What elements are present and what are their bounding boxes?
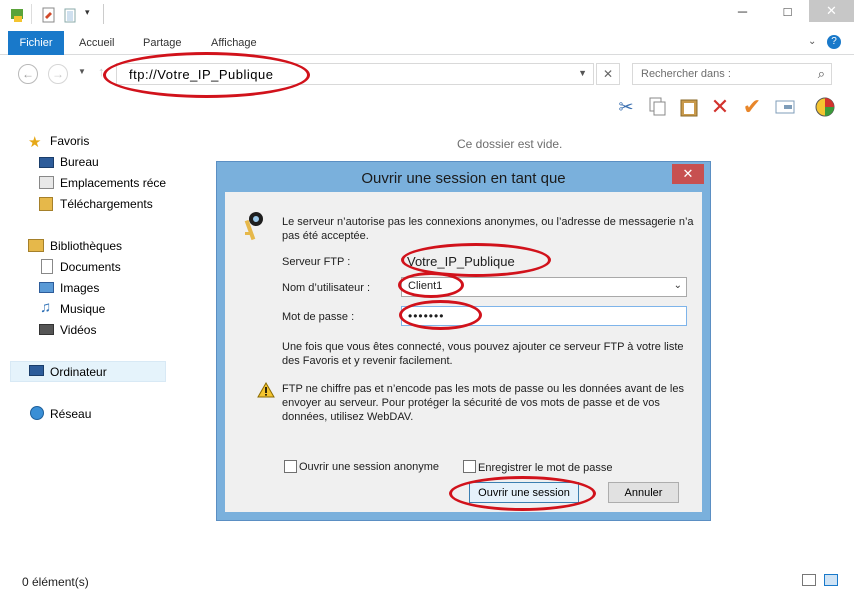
password-field[interactable]: •••••••: [401, 306, 687, 326]
libraries-icon: [28, 239, 44, 252]
address-dropdown-icon[interactable]: ▼: [578, 68, 587, 78]
key-icon: [239, 210, 265, 247]
close-button[interactable]: ✕: [809, 0, 854, 22]
help-icon[interactable]: ?: [827, 35, 841, 49]
nav-emplacements[interactable]: Emplacements réce: [60, 173, 168, 193]
login-button[interactable]: Ouvrir une session: [469, 482, 579, 503]
nav-documents[interactable]: Documents: [60, 257, 121, 277]
forward-arrow-icon: →: [52, 67, 64, 81]
cancel-button[interactable]: Annuler: [608, 482, 679, 503]
desktop-icon: [39, 157, 54, 168]
server-label: Serveur FTP :: [282, 256, 351, 268]
nav-images[interactable]: Images: [60, 278, 99, 298]
cut-icon[interactable]: ✂: [615, 96, 637, 118]
warning-line-1: FTP ne chiffre pas et n’encode pas les m…: [282, 383, 684, 395]
warning-line-3: données, utilisez WebDAV.: [282, 411, 414, 423]
navigation-pane: ★ Favoris Bureau Emplacements réce Téléc…: [0, 122, 168, 570]
separator: [31, 4, 32, 24]
delete-icon[interactable]: ✕: [709, 94, 731, 119]
recent-locations-icon[interactable]: ▼: [78, 67, 86, 76]
tab-affichage[interactable]: Affichage: [211, 31, 257, 55]
dialog-close-button[interactable]: ✕: [672, 164, 704, 184]
search-icon: ⌕: [817, 66, 825, 81]
nav-ordinateur-selected[interactable]: Ordinateur: [10, 361, 166, 382]
collapse-ribbon-icon[interactable]: ⌄: [808, 36, 816, 47]
save-password-checkbox[interactable]: [463, 460, 476, 473]
warning-line-2: envoyer au serveur. Pour protéger la séc…: [282, 397, 660, 409]
login-dialog: Ouvrir une session en tant que ✕ Le serv…: [216, 161, 711, 521]
title-bar: ▾ ─ □ ✕: [0, 0, 854, 30]
details-view-icon[interactable]: [802, 574, 816, 586]
view-options-icon[interactable]: [814, 96, 836, 118]
ftp-app-icon: [9, 7, 25, 23]
copy-icon[interactable]: [647, 96, 669, 118]
downloads-folder-icon: [39, 197, 53, 211]
nav-videos[interactable]: Vidéos: [60, 320, 96, 340]
rename-check-icon[interactable]: ✔: [741, 94, 763, 119]
maximize-icon: □: [783, 3, 792, 19]
nav-ordinateur: Ordinateur: [50, 365, 107, 379]
save-password-label: Enregistrer le mot de passe: [478, 462, 613, 474]
videos-icon: [39, 324, 54, 335]
dialog-body: Le serveur n’autorise pas les connexions…: [225, 192, 702, 512]
new-folder-icon[interactable]: [63, 7, 79, 23]
nav-musique[interactable]: Musique: [60, 299, 105, 319]
nav-reseau[interactable]: Réseau: [50, 404, 91, 424]
nav-bibliotheques[interactable]: Bibliothèques: [50, 236, 122, 256]
maximize-button[interactable]: □: [765, 0, 810, 22]
up-arrow-icon[interactable]: ↑: [98, 64, 105, 79]
properties-icon[interactable]: [41, 7, 57, 23]
username-field[interactable]: Client1 ⌄: [401, 277, 687, 297]
computer-icon: [29, 365, 44, 376]
anonymous-label: Ouvrir une session anonyme: [299, 461, 440, 473]
minimize-button[interactable]: ─: [720, 0, 765, 22]
forward-button[interactable]: →: [48, 64, 68, 84]
pictures-icon: [39, 282, 54, 293]
username-value: Client1: [408, 280, 443, 292]
music-icon: ♫: [40, 299, 52, 316]
info-line-2: pas été acceptée.: [282, 230, 369, 242]
tab-partage[interactable]: Partage: [143, 31, 182, 55]
recent-places-icon: [39, 176, 54, 189]
favorites-star-icon: ★: [28, 134, 42, 151]
status-bar: 0 élément(s): [0, 570, 854, 600]
nav-telechargements[interactable]: Téléchargements: [60, 194, 153, 214]
clear-address-button[interactable]: ✕: [596, 63, 620, 85]
hint-line-2: des Favoris et y revenir facilement.: [282, 355, 453, 367]
large-icons-view-icon[interactable]: [824, 574, 838, 586]
ribbon-tabs: Fichier Accueil Partage Affichage ⌄ ?: [0, 31, 854, 55]
minimize-icon: ─: [737, 3, 748, 19]
back-arrow-icon: ←: [22, 67, 34, 81]
clear-icon: ✕: [602, 67, 614, 81]
warning-icon: [257, 381, 275, 401]
dialog-title: Ouvrir une session en tant que: [361, 170, 566, 187]
close-icon: ✕: [682, 166, 694, 181]
info-line-1: Le serveur n’autorise pas les connexions…: [282, 216, 694, 228]
address-value: ftp://Votre_IP_Publique: [129, 67, 274, 82]
chevron-down-icon[interactable]: ⌄: [674, 280, 682, 291]
password-value: •••••••: [408, 309, 445, 323]
address-bar[interactable]: ftp://Votre_IP_Publique ▼: [116, 63, 594, 85]
nav-bureau[interactable]: Bureau: [60, 152, 99, 172]
username-label: Nom d’utilisateur :: [282, 282, 371, 294]
customize-toolbar-chevron-icon[interactable]: ▾: [85, 7, 101, 23]
server-value: Votre_IP_Publique: [407, 254, 515, 269]
paste-icon[interactable]: [678, 96, 700, 118]
tab-accueil[interactable]: Accueil: [79, 31, 114, 55]
search-input[interactable]: Rechercher dans : ⌕: [632, 63, 832, 85]
anonymous-checkbox[interactable]: [284, 460, 297, 473]
empty-folder-message: Ce dossier est vide.: [457, 137, 563, 151]
documents-icon: [41, 259, 53, 274]
back-button[interactable]: ←: [18, 64, 38, 84]
search-placeholder: Rechercher dans :: [641, 68, 731, 80]
tab-fichier[interactable]: Fichier: [8, 31, 64, 55]
network-icon: [30, 406, 44, 420]
close-icon: ✕: [826, 3, 837, 18]
separator: [103, 4, 104, 24]
password-label: Mot de passe :: [282, 311, 355, 323]
item-count: 0 élément(s): [22, 575, 89, 589]
nav-favorites[interactable]: Favoris: [50, 131, 89, 151]
hint-line-1: Une fois que vous êtes connecté, vous po…: [282, 341, 684, 353]
properties-toolbar-icon[interactable]: [774, 96, 796, 118]
